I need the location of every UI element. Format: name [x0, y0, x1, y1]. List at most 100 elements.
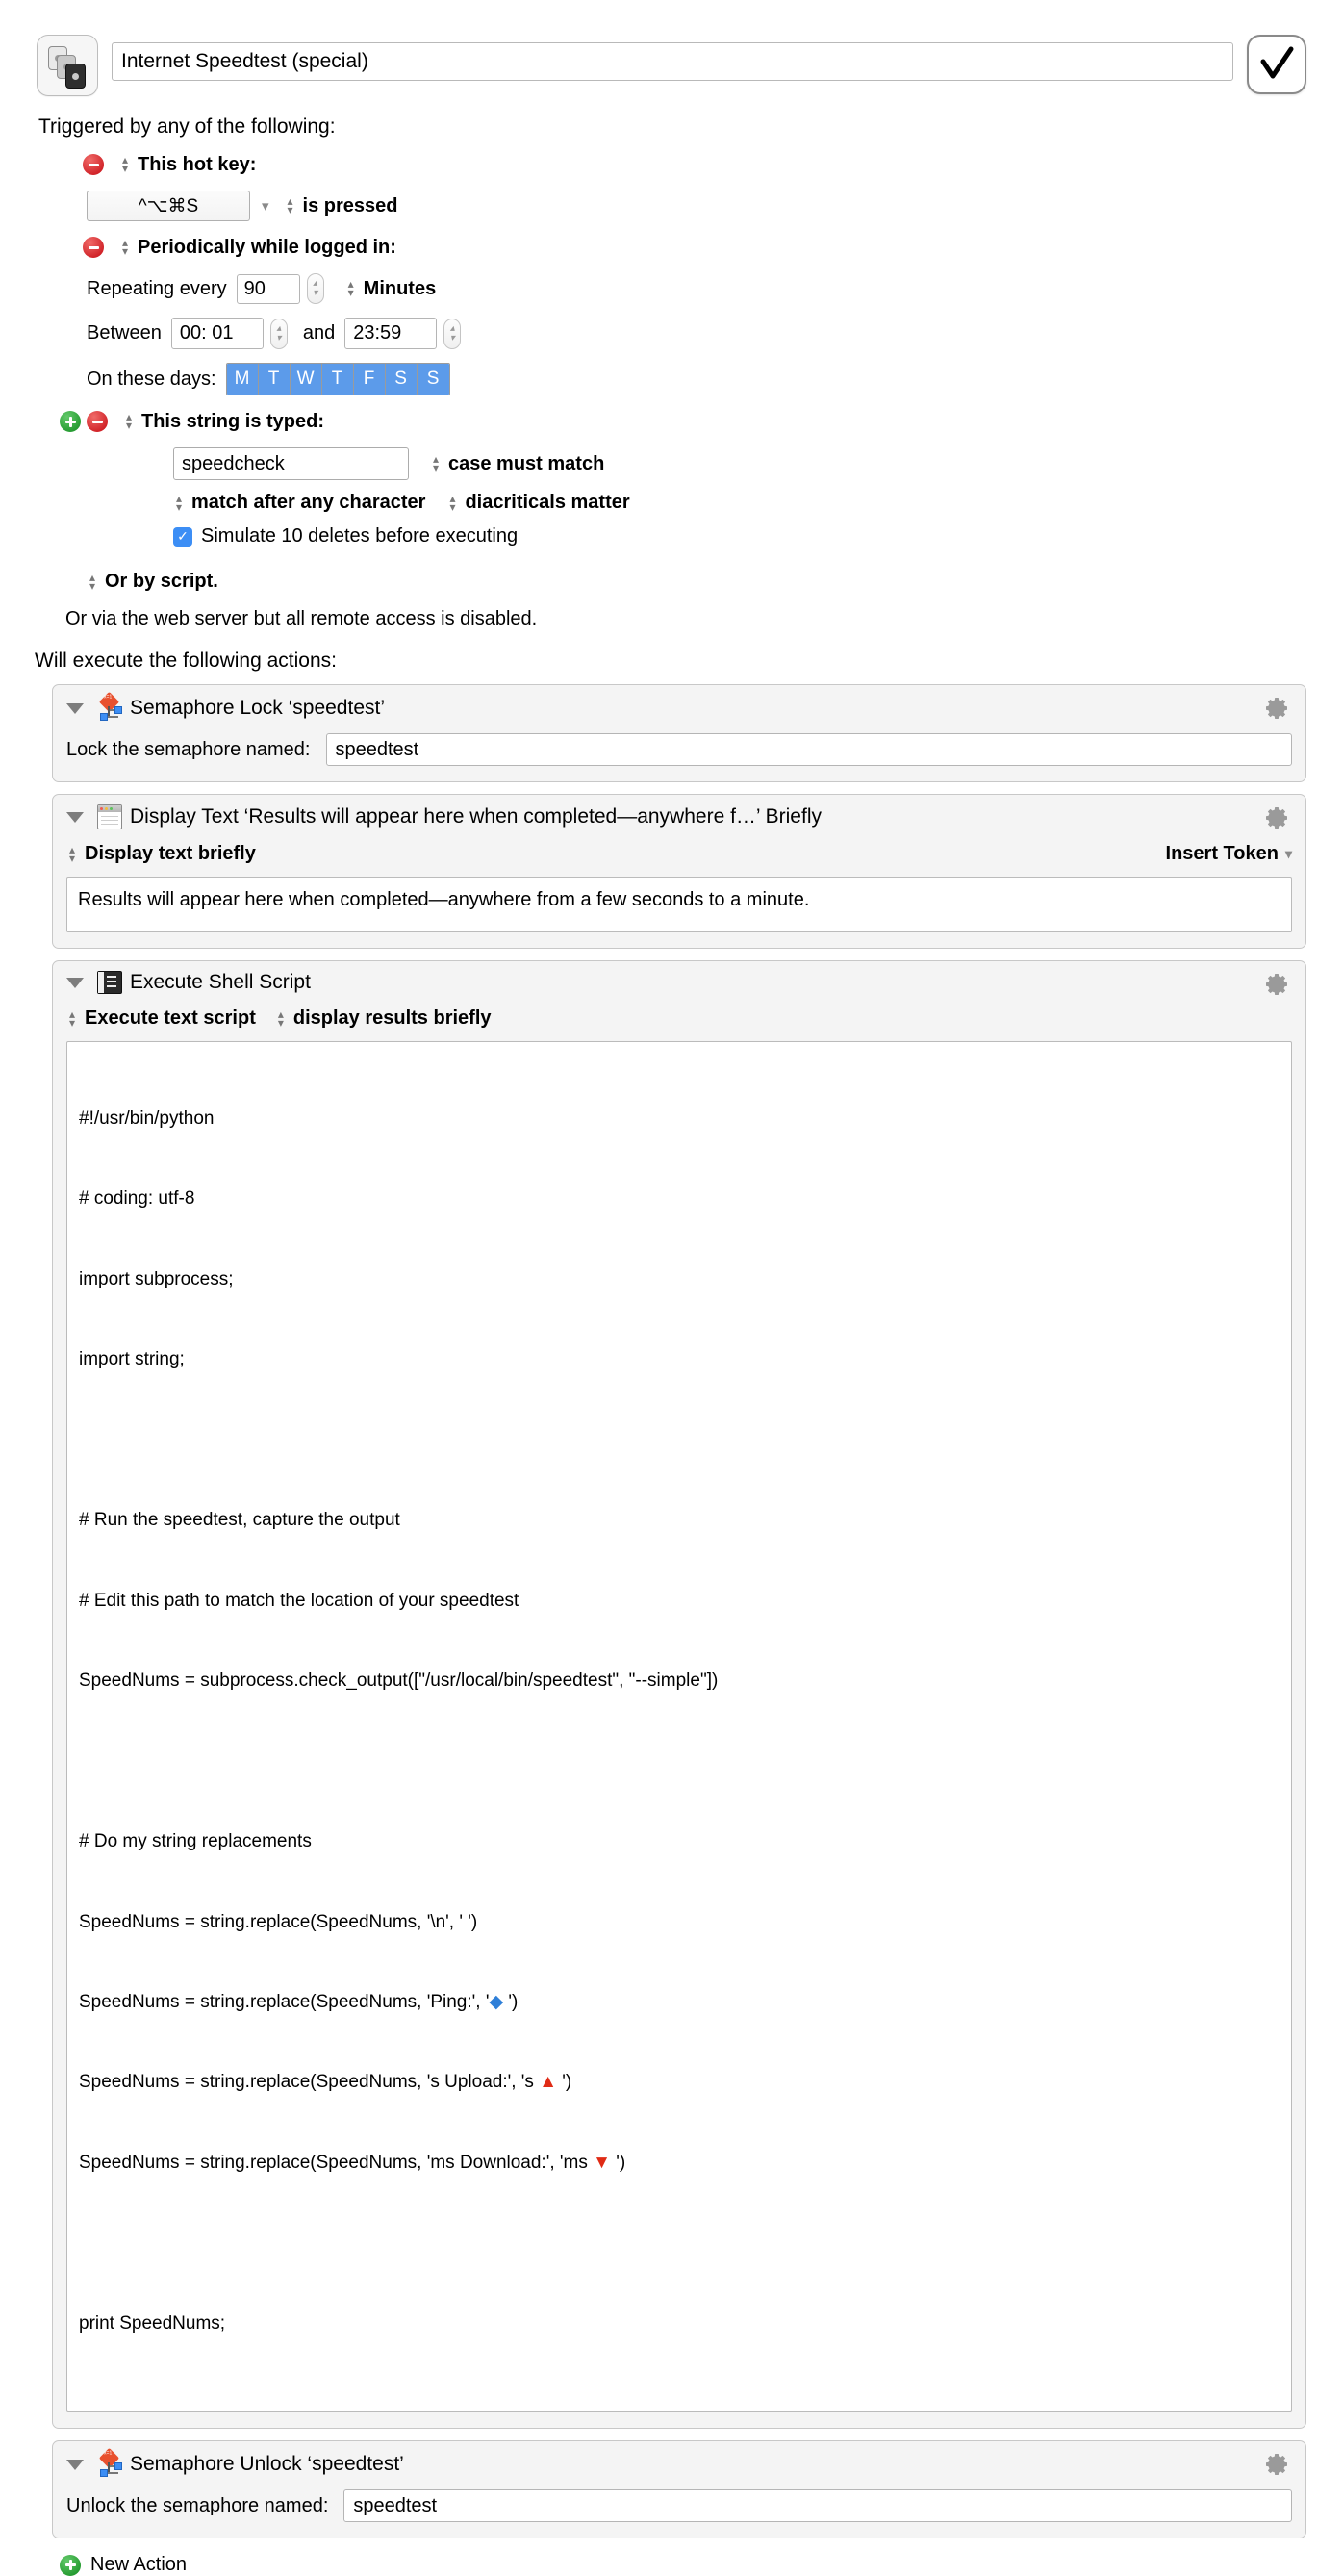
triggers-section-label: Triggered by any of the following:	[38, 115, 336, 138]
day-toggle[interactable]: T	[321, 364, 354, 395]
between-label: Between	[87, 322, 162, 344]
action-title: Execute Shell Script	[130, 971, 311, 993]
action-card-semaphore-unlock[interactable]: Semaphore Unlock ‘speedtest’ Unlock the …	[52, 2440, 1306, 2539]
macro-enabled-checkbox[interactable]	[1247, 35, 1306, 94]
semaphore-unlock-input[interactable]: speedtest	[343, 2489, 1292, 2523]
day-toggle[interactable]: F	[353, 364, 386, 395]
disclosure-triangle-icon[interactable]	[66, 2459, 84, 2470]
script-line-upload-text: SpeedNums = string.replace(SpeedNums, 's…	[79, 2072, 572, 2093]
simulate-deletes-checkbox[interactable]: ✓	[173, 526, 192, 547]
simulate-deletes-row[interactable]: ✓ Simulate 10 deletes before executing	[0, 525, 1343, 548]
by-script-stepper[interactable]	[87, 574, 98, 591]
semaphore-lock-value: speedtest	[335, 738, 419, 760]
macro-stack-glyph	[38, 36, 97, 95]
disclosure-triangle-icon[interactable]	[66, 702, 84, 714]
days-label: On these days:	[87, 368, 216, 390]
trigger-type-stepper-periodic[interactable]	[119, 239, 131, 256]
semaphore-unlock-field-row: Unlock the semaphore named: speedtest	[66, 2489, 1292, 2523]
between-from-stepper[interactable]: ▴ ▾	[269, 318, 288, 349]
days-selector[interactable]: M T W T F S S	[225, 363, 450, 395]
semaphore-unlock-value: speedtest	[353, 2494, 438, 2516]
action-card-display-text[interactable]: Display Text ‘Results will appear here w…	[52, 794, 1306, 949]
macro-stack-icon[interactable]	[37, 35, 98, 96]
web-server-note: Or via the web server but all remote acc…	[65, 608, 538, 629]
repeating-label: Repeating every	[87, 277, 227, 299]
semaphore-lock-input[interactable]: speedtest	[325, 733, 1292, 766]
script-type-stepper[interactable]	[66, 1010, 78, 1028]
semaphore-lock-field-label: Lock the semaphore named:	[66, 738, 311, 760]
typed-string-input[interactable]: speedcheck	[173, 447, 409, 480]
action-title: Semaphore Unlock ‘speedtest’	[130, 2453, 404, 2476]
script-line: print SpeedNums;	[79, 2312, 226, 2334]
display-text-option-stepper[interactable]	[66, 846, 78, 863]
add-trigger-icon[interactable]	[60, 411, 81, 432]
script-line	[79, 1427, 1280, 1454]
day-toggle[interactable]: S	[385, 364, 418, 395]
typed-string-row: speedcheck case must match	[0, 447, 1343, 480]
days-row: On these days: M T W T F S S	[0, 363, 1343, 395]
trigger-type-stepper-hotkey[interactable]	[119, 156, 131, 173]
script-line: import string;	[79, 1349, 185, 1370]
script-line: import subprocess;	[79, 1268, 234, 1289]
script-type-label: Execute text script	[85, 1007, 256, 1029]
new-action-button[interactable]: New Action	[0, 2538, 1343, 2576]
hotkey-input[interactable]: ^⌥⌘S	[87, 191, 250, 221]
day-toggle[interactable]: T	[258, 364, 291, 395]
gear-icon[interactable]	[1263, 695, 1290, 722]
between-from-input[interactable]: 00: 01	[170, 318, 264, 349]
script-line: # Do my string replacements	[79, 1831, 312, 1852]
macro-title-input[interactable]: Internet Speedtest (special)	[112, 42, 1233, 81]
script-line: # Edit this path to match the location o…	[79, 1590, 519, 1611]
typed-string-value: speedcheck	[182, 452, 285, 474]
script-results-stepper[interactable]	[275, 1010, 287, 1028]
trigger-typed-label: This string is typed:	[141, 410, 325, 432]
match-options-row: match after any character diacriticals m…	[0, 492, 1343, 514]
script-line: SpeedNums = subprocess.check_output(["/u…	[79, 1671, 719, 1692]
repeating-stepper[interactable]: ▴ ▾	[306, 273, 324, 304]
gear-icon[interactable]	[1263, 804, 1290, 831]
case-option-stepper[interactable]	[430, 455, 442, 472]
hotkey-condition-stepper[interactable]	[285, 197, 296, 215]
day-toggle[interactable]: W	[290, 364, 322, 395]
shell-script-textarea[interactable]: #!/usr/bin/python # coding: utf-8 import…	[66, 1041, 1292, 2413]
semaphore-icon	[97, 691, 124, 722]
semaphore-icon	[97, 2448, 124, 2478]
between-to-stepper[interactable]: ▴ ▾	[443, 318, 462, 349]
display-text-textarea[interactable]: Results will appear here when completed—…	[66, 877, 1292, 932]
repeating-input[interactable]: 90	[236, 273, 300, 304]
script-line-ping-text: SpeedNums = string.replace(SpeedNums, 'P…	[79, 1991, 519, 2012]
terminal-icon	[97, 971, 122, 994]
trigger-hotkey: This hot key:	[0, 152, 1343, 177]
match-option-stepper[interactable]	[173, 495, 185, 512]
trigger-periodic: Periodically while logged in:	[0, 235, 1343, 260]
gear-icon[interactable]	[1263, 971, 1290, 998]
shell-script-options-row: Execute text script display results brie…	[66, 1007, 1292, 1030]
between-from-value: 00: 01	[179, 322, 234, 344]
insert-token-button[interactable]: Insert Token ▾	[1166, 843, 1292, 865]
window-icon	[97, 804, 122, 829]
remove-trigger-icon[interactable]	[87, 411, 108, 432]
day-toggle[interactable]: M	[226, 364, 259, 395]
repeating-unit-label: Minutes	[363, 277, 437, 299]
day-toggle[interactable]: S	[417, 364, 449, 395]
script-line: # coding: utf-8	[79, 1188, 195, 1210]
case-option-label: case must match	[448, 452, 605, 474]
remove-trigger-icon[interactable]	[83, 154, 104, 175]
unit-stepper[interactable]	[345, 280, 357, 297]
display-text-options-row: Display text briefly Insert Token ▾	[66, 843, 1292, 865]
chevron-down-icon[interactable]: ▾	[262, 197, 269, 215]
repeating-value: 90	[243, 277, 266, 299]
action-card-semaphore-lock[interactable]: Semaphore Lock ‘speedtest’ Lock the sema…	[52, 684, 1306, 782]
between-to-input[interactable]: 23:59	[344, 318, 438, 349]
diacriticals-option-stepper[interactable]	[446, 495, 458, 512]
actions-list: Semaphore Lock ‘speedtest’ Lock the sema…	[0, 684, 1343, 2539]
script-line-upload: SpeedNums = string.replace(SpeedNums, 's…	[79, 2069, 1280, 2096]
script-results-label: display results briefly	[292, 1007, 492, 1029]
disclosure-triangle-icon[interactable]	[66, 977, 84, 988]
gear-icon[interactable]	[1263, 2451, 1290, 2478]
trigger-typed-string: This string is typed:	[0, 409, 1343, 434]
disclosure-triangle-icon[interactable]	[66, 811, 84, 823]
action-card-execute-shell-script[interactable]: Execute Shell Script Execute text script…	[52, 960, 1306, 2430]
remove-trigger-icon[interactable]	[83, 237, 104, 258]
trigger-type-stepper-typed[interactable]	[123, 413, 135, 430]
